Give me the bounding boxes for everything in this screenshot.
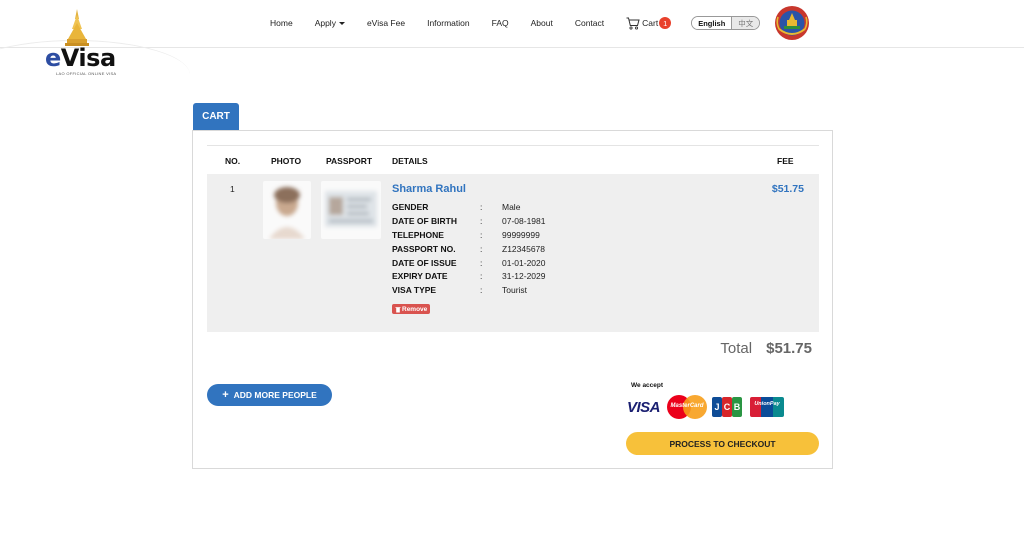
logo-wordmark: eVisa bbox=[45, 44, 116, 72]
nav-apply[interactable]: Apply bbox=[315, 18, 345, 28]
passport-image bbox=[321, 181, 381, 239]
mastercard-logo: MasterCard bbox=[667, 395, 708, 419]
cart-table-header: NO. PHOTO PASSPORT DETAILS FEE bbox=[207, 145, 819, 175]
nav-cart[interactable]: Cart 1 bbox=[626, 17, 672, 30]
add-more-people-button[interactable]: + ADD MORE PEOPLE bbox=[207, 384, 332, 406]
cart-total: Total $51.75 bbox=[720, 340, 812, 357]
applicant-name: Sharma Rahul bbox=[392, 183, 466, 195]
blurred-passport-icon bbox=[325, 191, 377, 227]
remove-label: Remove bbox=[402, 305, 428, 313]
nav-information[interactable]: Information bbox=[427, 18, 470, 28]
row-number: 1 bbox=[230, 184, 235, 194]
nav-evisa-fee[interactable]: eVisa Fee bbox=[367, 18, 405, 28]
lao-emblem-icon bbox=[775, 6, 810, 40]
visa-logo: VISA bbox=[627, 398, 661, 416]
nav-cart-label: Cart bbox=[642, 18, 659, 28]
detail-row: EXPIRY DATE:31-12-2029 bbox=[392, 271, 546, 282]
col-no: NO. bbox=[225, 156, 241, 166]
total-label: Total bbox=[720, 340, 753, 357]
col-passport: PASSPORT bbox=[326, 156, 373, 166]
evisa-logo[interactable]: eVisa LAO OFFICIAL ONLINE VISA bbox=[0, 0, 190, 100]
trash-icon bbox=[395, 306, 401, 312]
cart-tab[interactable]: CART bbox=[193, 103, 239, 130]
nav-home[interactable]: Home bbox=[270, 18, 293, 28]
cart-count-badge: 1 bbox=[659, 17, 672, 29]
table-row: 1 Sharma Rahul GENDER: Male DATE OF BIR… bbox=[207, 174, 819, 332]
nav-faq[interactable]: FAQ bbox=[492, 18, 509, 28]
language-toggle: English 中文 bbox=[691, 16, 761, 30]
detail-row: DATE OF ISSUE:01-01-2020 bbox=[392, 257, 546, 268]
remove-button[interactable]: Remove bbox=[392, 304, 431, 314]
cart-panel: NO. PHOTO PASSPORT DETAILS FEE 1 Sharma … bbox=[192, 130, 833, 469]
detail-row: TELEPHONE:99999999 bbox=[392, 229, 540, 240]
col-photo: PHOTO bbox=[271, 156, 302, 166]
stupa-crown-icon bbox=[65, 9, 89, 46]
detail-row: VISA TYPE: Tourist bbox=[392, 285, 528, 296]
applicant-photo bbox=[263, 181, 311, 239]
site-header: eVisa LAO OFFICIAL ONLINE VISA Home Appl… bbox=[0, 0, 1024, 76]
cart-icon bbox=[626, 17, 640, 30]
plus-icon: + bbox=[222, 389, 229, 401]
detail-row: GENDER: Male bbox=[392, 202, 521, 212]
detail-row: PASSPORT NO.: Z12345678 bbox=[392, 243, 546, 254]
unionpay-logo: UnionPay bbox=[750, 397, 784, 417]
we-accept-label: We accept bbox=[631, 382, 664, 389]
logo-subtitle: LAO OFFICIAL ONLINE VISA bbox=[56, 71, 117, 76]
col-fee: FEE bbox=[777, 156, 794, 166]
nav-about[interactable]: About bbox=[531, 18, 553, 28]
detail-row: DATE OF BIRTH:07-08-1981 bbox=[392, 215, 546, 226]
lang-english[interactable]: English bbox=[692, 17, 733, 29]
total-value: $51.75 bbox=[766, 340, 812, 357]
add-more-label: ADD MORE PEOPLE bbox=[233, 390, 317, 400]
lang-chinese[interactable]: 中文 bbox=[732, 17, 760, 29]
blurred-photo-icon bbox=[269, 187, 305, 239]
applicant-details: GENDER: Male DATE OF BIRTH:07-08-1981 TEL… bbox=[392, 202, 545, 299]
jcb-logo: J C B bbox=[712, 397, 743, 417]
caret-down-icon bbox=[338, 21, 345, 25]
item-fee: $51.75 bbox=[771, 183, 804, 195]
main-nav: Home Apply eVisa Fee Information FAQ Abo… bbox=[270, 0, 810, 46]
nav-apply-label: Apply bbox=[314, 18, 336, 28]
col-details: DETAILS bbox=[392, 156, 428, 166]
payment-cards: VISA MasterCard J C B UnionPay bbox=[627, 395, 784, 419]
nav-contact[interactable]: Contact bbox=[575, 18, 604, 28]
checkout-button[interactable]: PROCESS TO CHECKOUT bbox=[626, 432, 819, 455]
